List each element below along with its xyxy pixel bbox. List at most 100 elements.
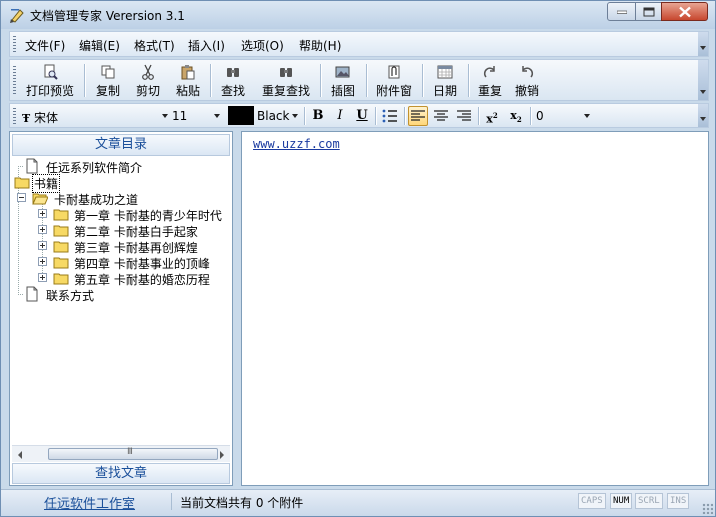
toolbar-separator	[468, 64, 469, 97]
font-color-select[interactable]: Black	[254, 106, 300, 126]
folder-icon	[53, 209, 69, 221]
chevron-down-icon	[214, 114, 220, 118]
copy-icon	[101, 65, 115, 79]
align-right-button[interactable]	[454, 106, 474, 126]
align-center-button[interactable]	[431, 106, 451, 126]
format-separator	[530, 107, 531, 125]
menu-edit[interactable]: 编辑(E)	[79, 37, 120, 54]
toolbar-separator	[210, 64, 211, 97]
expand-icon[interactable]	[38, 241, 47, 250]
attachment-icon	[388, 65, 400, 79]
expand-icon[interactable]	[38, 257, 47, 266]
attachment-count-text: 当前文档共有 0 个附件	[180, 496, 304, 510]
document-icon	[26, 286, 38, 302]
binoculars-icon	[227, 68, 239, 77]
close-icon	[678, 6, 691, 17]
menu-format[interactable]: 格式(T)	[134, 37, 175, 54]
article-directory-header[interactable]: 文章目录	[12, 134, 230, 156]
toolbar-overflow-chevron[interactable]	[698, 60, 708, 100]
calendar-icon	[437, 65, 453, 79]
scroll-right-icon[interactable]	[220, 451, 224, 459]
chevron-down-icon	[292, 114, 298, 118]
window-title: 文档管理专家 Verersion 3.1	[30, 9, 185, 23]
toolbar-grip[interactable]	[13, 66, 16, 96]
underline-button[interactable]: U	[352, 106, 372, 126]
align-left-button[interactable]	[408, 106, 428, 126]
minimize-button[interactable]	[607, 2, 636, 21]
paste-button[interactable]: 粘贴	[170, 62, 206, 99]
folder-icon	[14, 177, 30, 189]
folder-open-icon	[32, 193, 48, 205]
scroll-lock-indicator: SCRL	[635, 493, 663, 509]
italic-button[interactable]: I	[330, 106, 350, 126]
resize-grip[interactable]	[702, 503, 713, 514]
find-button[interactable]: 查找	[216, 62, 250, 99]
subscript-button[interactable]: x2	[506, 106, 526, 126]
menu-file[interactable]: 文件(F)	[25, 37, 65, 54]
toolbar-separator	[84, 64, 85, 97]
tree-horizontal-scrollbar[interactable]	[12, 445, 230, 462]
cut-button[interactable]: 剪切	[130, 62, 166, 99]
caps-indicator: CAPS	[578, 493, 606, 509]
menu-grip[interactable]	[13, 36, 16, 53]
format-separator	[478, 107, 479, 125]
insert-image-button[interactable]: 插图	[326, 62, 360, 99]
toolbar-separator	[366, 64, 367, 97]
redo-button[interactable]: 重复	[474, 62, 506, 99]
article-tree-panel: 文章目录 任远系列软件简介 书籍 卡耐基成功之道 第一章 卡耐基的青少年时代 第…	[9, 131, 233, 486]
format-overflow-chevron[interactable]	[698, 104, 708, 127]
main-toolbar: 打印预览 复制 剪切 粘贴 查找 重复查找 插图 附件窗 日期 重复 撤销	[9, 59, 709, 101]
format-separator	[375, 107, 376, 125]
attachments-button[interactable]: 附件窗	[372, 62, 416, 99]
image-icon	[335, 66, 350, 78]
toolbar-separator	[422, 64, 423, 97]
align-right-icon	[457, 110, 471, 121]
document-editor[interactable]: www.uzzf.com	[241, 131, 709, 486]
format-grip[interactable]	[13, 108, 16, 124]
document-icon	[26, 158, 38, 174]
expand-icon[interactable]	[38, 225, 47, 234]
article-tree: 任远系列软件简介 书籍 卡耐基成功之道 第一章 卡耐基的青少年时代 第二章 卡耐…	[10, 158, 232, 454]
format-separator	[404, 107, 405, 125]
font-size-select[interactable]: 11	[170, 106, 222, 126]
scroll-left-icon[interactable]	[18, 451, 22, 459]
align-left-icon	[411, 110, 425, 121]
expand-icon[interactable]	[38, 209, 47, 218]
scrollbar-thumb[interactable]	[48, 447, 218, 460]
folder-icon	[53, 225, 69, 237]
folder-icon	[53, 257, 69, 269]
app-window: 文档管理专家 Verersion 3.1 文件(F) 编辑(E) 格式(T) 插…	[0, 0, 716, 517]
print-preview-icon	[44, 64, 58, 80]
menu-options[interactable]: 选项(O)	[241, 37, 284, 54]
menu-overflow-chevron[interactable]	[698, 32, 708, 56]
menu-insert[interactable]: 插入(I)	[188, 37, 225, 54]
toolbar-separator	[320, 64, 321, 97]
font-color-swatch[interactable]	[228, 106, 254, 125]
studio-link[interactable]: 任远软件工作室	[44, 493, 135, 512]
print-preview-button[interactable]: 打印预览	[22, 62, 78, 99]
spacing-select[interactable]: 0	[534, 106, 592, 126]
superscript-button[interactable]: x2	[482, 106, 502, 126]
close-button[interactable]	[661, 2, 708, 21]
editor-content-link[interactable]: www.uzzf.com	[253, 137, 340, 151]
format-separator	[304, 107, 305, 125]
font-type-icon: Ŧ	[22, 112, 31, 125]
collapse-icon[interactable]	[17, 193, 26, 202]
maximize-icon	[643, 7, 654, 16]
minimize-icon	[616, 10, 627, 14]
bullet-list-icon	[382, 109, 397, 123]
expand-icon[interactable]	[38, 273, 47, 282]
redo-icon	[483, 66, 495, 78]
undo-button[interactable]: 撤销	[510, 62, 544, 99]
status-bar: 任远软件工作室 当前文档共有 0 个附件 CAPS NUM SCRL INS	[1, 489, 715, 516]
date-button[interactable]: 日期	[428, 62, 462, 99]
bullet-list-button[interactable]	[380, 106, 400, 126]
find-again-button[interactable]: 重复查找	[256, 62, 316, 99]
copy-button[interactable]: 复制	[90, 62, 126, 99]
find-article-button[interactable]: 查找文章	[12, 463, 230, 484]
app-logo-icon	[10, 9, 24, 23]
font-name-select[interactable]: Ŧ 宋体	[20, 106, 170, 126]
maximize-button[interactable]	[635, 2, 662, 21]
menu-help[interactable]: 帮助(H)	[299, 37, 341, 54]
bold-button[interactable]: B	[308, 106, 328, 126]
